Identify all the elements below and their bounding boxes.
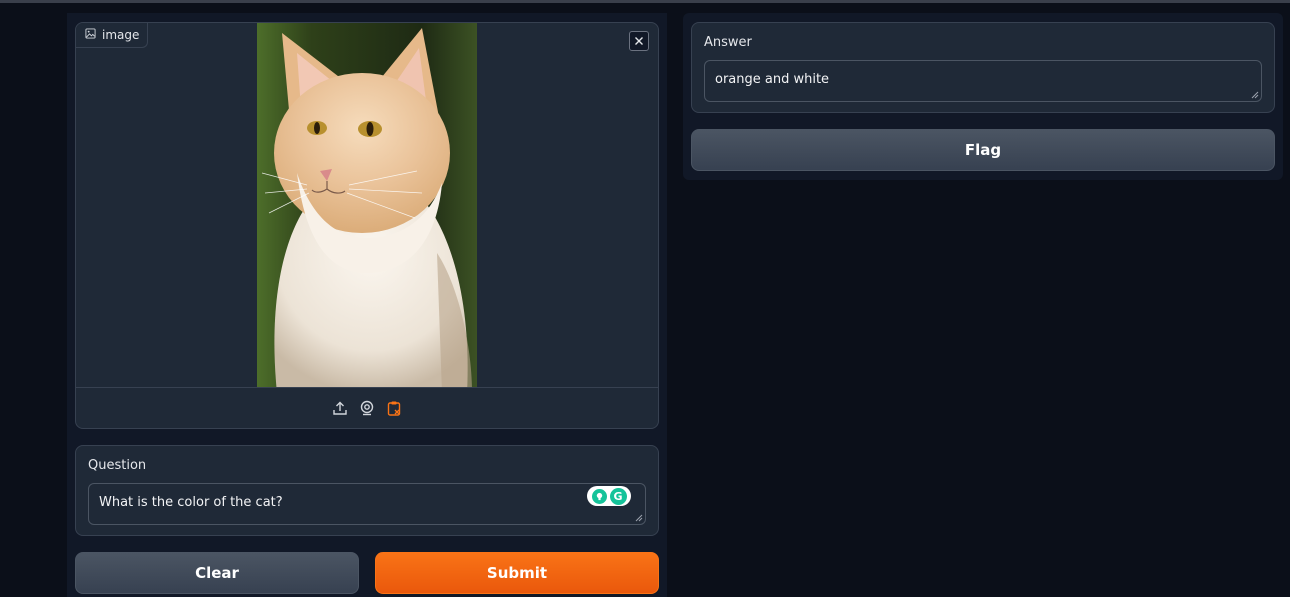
resize-handle-icon[interactable] <box>635 514 643 522</box>
answer-label: Answer <box>704 35 752 50</box>
question-panel: Question What is the color of the cat? G <box>75 445 659 536</box>
answer-value: orange and white <box>715 72 830 87</box>
grammarly-icon[interactable]: G <box>609 487 627 505</box>
grammarly-widget[interactable]: G <box>587 486 631 506</box>
cat-photo <box>257 23 477 388</box>
image-label: image <box>76 23 149 48</box>
image-icon <box>85 28 96 42</box>
submit-button[interactable]: Submit <box>375 552 659 594</box>
close-icon[interactable] <box>629 31 649 51</box>
resize-handle-icon[interactable] <box>1251 91 1259 99</box>
answer-output[interactable]: orange and white <box>704 60 1262 102</box>
input-column: image Question What is the color of the … <box>67 13 667 597</box>
question-input[interactable]: What is the color of the cat? G <box>88 483 646 525</box>
image-source-toolbar <box>76 387 658 428</box>
image-input[interactable]: image <box>75 22 659 429</box>
image-label-text: image <box>102 28 140 42</box>
question-label: Question <box>88 458 147 473</box>
clear-button[interactable]: Clear <box>75 552 359 594</box>
flag-button[interactable]: Flag <box>691 129 1275 171</box>
question-value: What is the color of the cat? <box>99 495 283 510</box>
output-column: Answer orange and white Flag <box>683 13 1283 180</box>
answer-panel: Answer orange and white <box>691 22 1275 113</box>
lightbulb-icon[interactable] <box>591 488 607 504</box>
clipboard-icon[interactable] <box>386 400 403 417</box>
upload-icon[interactable] <box>332 400 349 417</box>
webcam-icon[interactable] <box>359 400 376 417</box>
top-border <box>0 0 1290 3</box>
